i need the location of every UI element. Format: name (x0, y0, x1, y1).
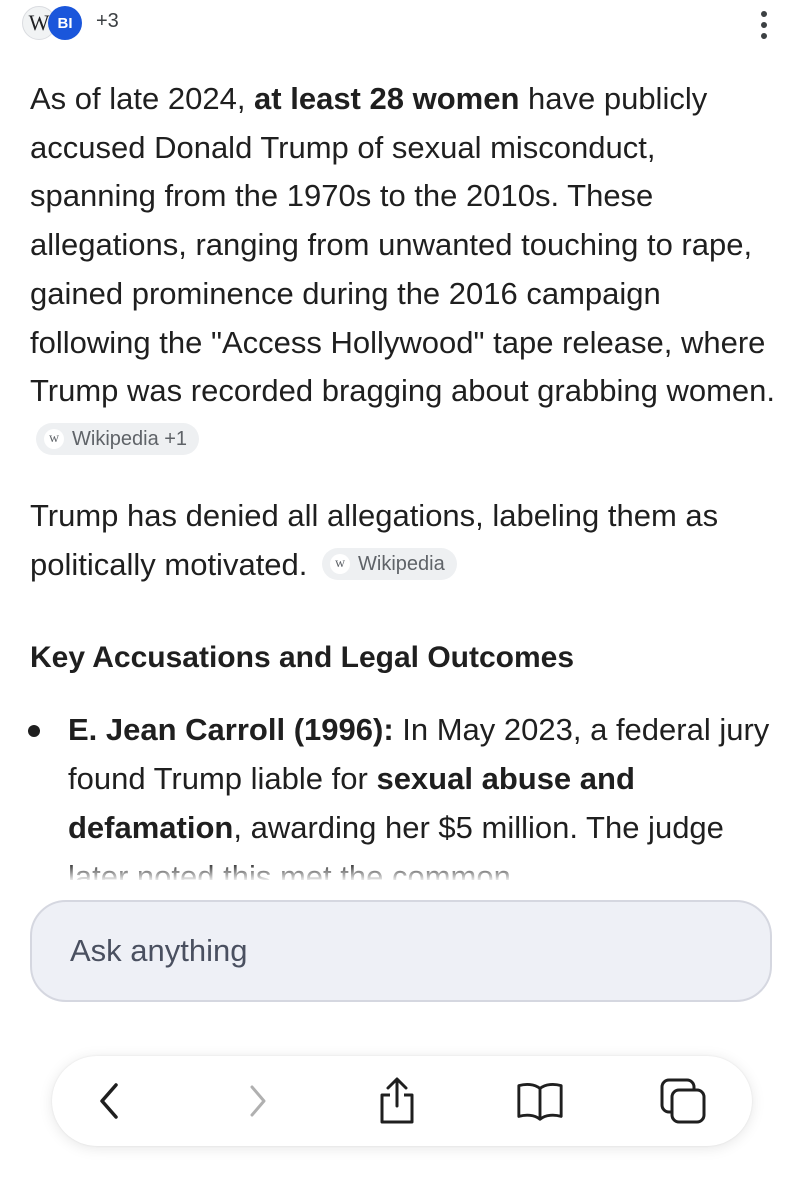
more-vert-icon[interactable] (752, 8, 776, 42)
top-bar: W BI +3 (0, 0, 805, 50)
scroll-fade (0, 862, 805, 882)
ask-bar[interactable] (30, 900, 772, 1002)
chevron-left-icon (100, 1083, 118, 1119)
p1-text-2: have publicly accused Donald Trump of se… (30, 81, 775, 409)
ask-input[interactable] (68, 932, 712, 970)
wikipedia-icon: w (44, 428, 64, 449)
book-icon (517, 1082, 563, 1121)
chip-label: Wikipedia (358, 552, 445, 575)
share-button[interactable] (372, 1076, 422, 1126)
tabs-button[interactable] (658, 1076, 708, 1126)
section-heading: Key Accusations and Legal Outcomes (30, 641, 575, 674)
browser-toolbar (52, 1056, 752, 1146)
citation-chip-wikipedia-plus-1[interactable]: w Wikipedia +1 (36, 422, 200, 455)
bookmarks-button[interactable] (515, 1076, 565, 1126)
answer-paragraph-1: As of late 2024, at least 28 women have … (30, 75, 780, 465)
business-insider-source-icon: BI (48, 6, 82, 40)
bullet-dot (28, 725, 40, 737)
back-button[interactable] (85, 1076, 135, 1126)
p1-text-1: As of late 2024, (30, 81, 255, 116)
wikipedia-icon: w (330, 553, 351, 574)
bullet-bold-1: E. Jean Carroll (1996): (68, 712, 394, 747)
source-count[interactable]: +3 (96, 10, 119, 33)
list-item: E. Jean Carroll (1996): In May 2023, a f… (68, 705, 780, 880)
bullet-list: E. Jean Carroll (1996): In May 2023, a f… (0, 705, 805, 880)
citation-chip-wikipedia[interactable]: w Wikipedia (322, 547, 457, 580)
chip-label: Wikipedia +1 (72, 427, 188, 450)
share-icon (380, 1077, 414, 1124)
forward-button[interactable] (233, 1076, 283, 1126)
tabs-icon (660, 1078, 706, 1124)
p1-bold-1: at least 28 women (254, 81, 520, 116)
chevron-right-icon (250, 1085, 266, 1117)
source-icons[interactable]: W BI (22, 6, 94, 40)
answer-paragraph-2: Trump has denied all allegations, labeli… (30, 492, 780, 589)
